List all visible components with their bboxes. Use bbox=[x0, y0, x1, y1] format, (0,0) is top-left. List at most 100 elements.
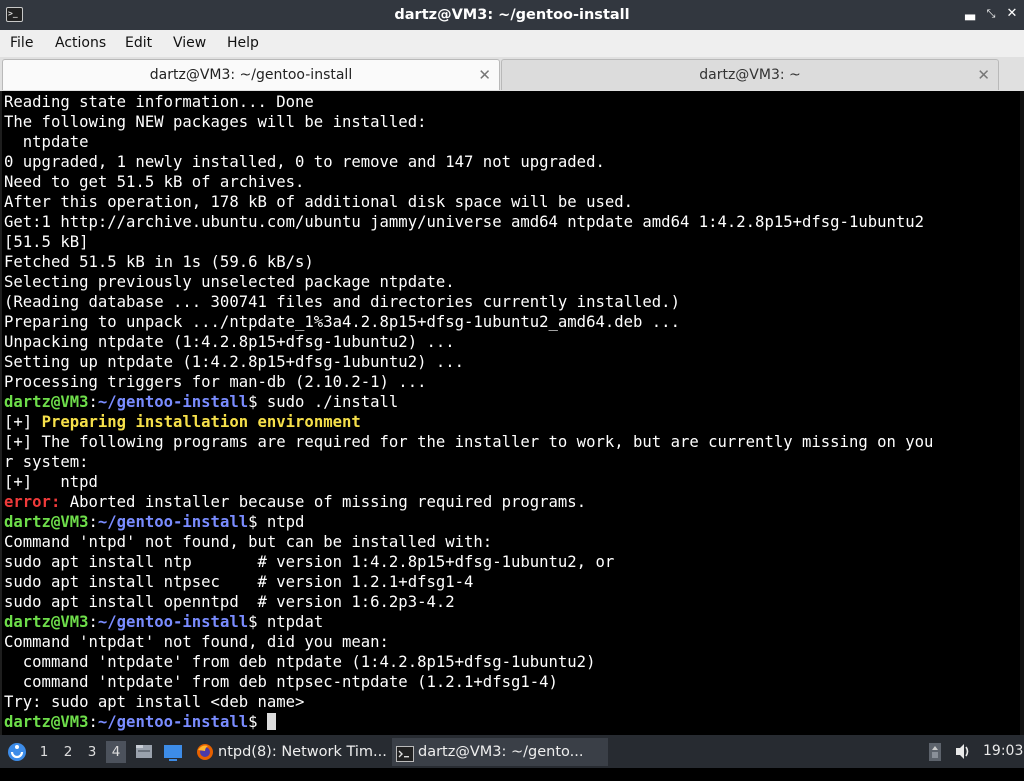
tab-label: dartz@VM3: ~/gentoo-install bbox=[149, 67, 353, 83]
workspace-3[interactable]: 3 bbox=[82, 741, 102, 763]
terminal-line: [51.5 kB] bbox=[4, 232, 1004, 252]
volume-icon[interactable] bbox=[954, 735, 972, 768]
task-firefox[interactable]: ntpd(8): Network Tim... bbox=[192, 738, 414, 766]
task-label: dartz@VM3: ~/gento... bbox=[418, 744, 584, 760]
restore-icon[interactable]: ⤡ bbox=[983, 6, 999, 22]
task-terminal[interactable]: dartz@VM3: ~/gento... bbox=[392, 738, 608, 766]
prompt-user-host: dartz@VM3 bbox=[4, 513, 89, 531]
prompt-path: ~/gentoo-install bbox=[97, 713, 249, 731]
prompt-user-host: dartz@VM3 bbox=[4, 613, 89, 631]
terminal-icon bbox=[396, 744, 414, 766]
start-menu-icon[interactable] bbox=[6, 735, 28, 768]
output-text: [+] The following programs are required … bbox=[4, 433, 934, 451]
output-text: [51.5 kB] bbox=[4, 233, 89, 251]
error-label: error: bbox=[4, 493, 61, 511]
output-text: (Reading database ... 300741 files and d… bbox=[4, 293, 680, 311]
menu-file[interactable]: File bbox=[10, 30, 33, 57]
prompt-path: ~/gentoo-install bbox=[97, 393, 249, 411]
output-text: [+] ntpd bbox=[4, 473, 98, 491]
output-text: Reading state information... Done bbox=[4, 93, 314, 111]
terminal-line: r system: bbox=[4, 452, 1004, 472]
prompt-user-host: dartz@VM3 bbox=[4, 393, 89, 411]
output-text: Processing triggers for man-db (2.10.2-1… bbox=[4, 373, 427, 391]
output-text: Command 'ntpdat' not found, did you mean… bbox=[4, 633, 389, 651]
command-text: sudo ./install bbox=[257, 393, 399, 411]
output-text: ntpdate bbox=[4, 133, 89, 151]
terminal-line: dartz@VM3:~/gentoo-install$ ntpd bbox=[4, 512, 1004, 532]
clock[interactable]: 19:03 bbox=[983, 735, 1023, 768]
prompt-path: ~/gentoo-install bbox=[97, 613, 249, 631]
tab-bar: dartz@VM3: ~/gentoo-install ✕ dartz@VM3:… bbox=[0, 57, 1024, 91]
output-text: r system: bbox=[4, 453, 89, 471]
terminal-line: Need to get 51.5 kB of archives. bbox=[4, 172, 1004, 192]
output-text: Get:1 http://archive.ubuntu.com/ubuntu j… bbox=[4, 213, 925, 231]
output-text: command 'ntpdate' from deb ntpsec-ntpdat… bbox=[4, 673, 558, 691]
tab-close-icon[interactable]: ✕ bbox=[478, 60, 491, 90]
menu-actions[interactable]: Actions bbox=[55, 30, 106, 57]
output-text: Setting up ntpdate (1:4.2.8p15+dfsg-1ubu… bbox=[4, 353, 465, 371]
output-text: Preparing to unpack .../ntpdate_1%3a4.2.… bbox=[4, 313, 680, 331]
output-text: Need to get 51.5 kB of archives. bbox=[4, 173, 305, 191]
command-text bbox=[258, 713, 267, 731]
terminal-line: command 'ntpdate' from deb ntpdate (1:4.… bbox=[4, 652, 1004, 672]
menu-view[interactable]: View bbox=[173, 30, 206, 57]
terminal-line: command 'ntpdate' from deb ntpsec-ntpdat… bbox=[4, 672, 1004, 692]
terminal-line: Setting up ntpdate (1:4.2.8p15+dfsg-1ubu… bbox=[4, 352, 1004, 372]
close-icon[interactable]: ✕ bbox=[1004, 6, 1020, 22]
terminal-line: Try: sudo apt install <deb name> bbox=[4, 692, 1004, 712]
terminal-line: (Reading database ... 300741 files and d… bbox=[4, 292, 1004, 312]
output-text: command 'ntpdate' from deb ntpdate (1:4.… bbox=[4, 653, 596, 671]
output-prefix: [+] bbox=[4, 413, 42, 431]
tab-gentoo-install[interactable]: dartz@VM3: ~/gentoo-install ✕ bbox=[2, 59, 500, 90]
text-cursor bbox=[266, 713, 276, 730]
prompt-symbol: $ bbox=[248, 613, 258, 631]
tab-label: dartz@VM3: ~ bbox=[699, 67, 801, 83]
tab-home[interactable]: dartz@VM3: ~ ✕ bbox=[501, 59, 999, 90]
workspace-4[interactable]: 4 bbox=[106, 741, 126, 763]
terminal-line: Preparing to unpack .../ntpdate_1%3a4.2.… bbox=[4, 312, 1004, 332]
terminal-view[interactable]: Reading state information... Done The fol… bbox=[0, 91, 1024, 735]
output-text: Unpacking ntpdate (1:4.2.8p15+dfsg-1ubun… bbox=[4, 333, 455, 351]
menu-edit[interactable]: Edit bbox=[125, 30, 152, 57]
prompt-separator: : bbox=[88, 513, 98, 531]
terminal-line: Fetched 51.5 kB in 1s (59.6 kB/s) bbox=[4, 252, 1004, 272]
window-titlebar[interactable]: >_ dartz@VM3: ~/gentoo-install ▃ ⤡ ✕ bbox=[0, 0, 1024, 30]
terminal-line: The following NEW packages will be insta… bbox=[4, 112, 1004, 132]
file-manager-icon[interactable] bbox=[134, 735, 154, 768]
output-text: After this operation, 178 kB of addition… bbox=[4, 193, 634, 211]
prompt-separator: : bbox=[88, 713, 98, 731]
terminal-line: [+] ntpd bbox=[4, 472, 1004, 492]
terminal-line: dartz@VM3:~/gentoo-install$ ntpdat bbox=[4, 612, 1004, 632]
prompt-user-host: dartz@VM3 bbox=[4, 713, 89, 731]
output-text: sudo apt install openntpd # version 1:6.… bbox=[4, 593, 455, 611]
output-text: The following NEW packages will be insta… bbox=[4, 113, 427, 131]
terminal-line: 0 upgraded, 1 newly installed, 0 to remo… bbox=[4, 152, 1004, 172]
terminal-line: error: Aborted installer because of miss… bbox=[4, 492, 1004, 512]
tab-close-icon[interactable]: ✕ bbox=[977, 60, 990, 90]
task-label: ntpd(8): Network Tim... bbox=[218, 744, 387, 760]
terminal-scrollbar[interactable] bbox=[1020, 91, 1024, 735]
terminal-line: Unpacking ntpdate (1:4.2.8p15+dfsg-1ubun… bbox=[4, 332, 1004, 352]
terminal-line: sudo apt install ntpsec # version 1.2.1+… bbox=[4, 572, 1004, 592]
workspace-1[interactable]: 1 bbox=[34, 741, 54, 763]
command-text: ntpdat bbox=[257, 613, 324, 631]
terminal-line: Selecting previously unselected package … bbox=[4, 272, 1004, 292]
output-text: Command 'ntpd' not found, but can be ins… bbox=[4, 533, 493, 551]
prompt-symbol: $ bbox=[248, 513, 258, 531]
desktop-icon[interactable] bbox=[162, 735, 184, 768]
prompt-separator: : bbox=[88, 393, 98, 411]
terminal-line: ntpdate bbox=[4, 132, 1004, 152]
terminal-line: [+] The following programs are required … bbox=[4, 432, 1004, 452]
updates-icon[interactable] bbox=[928, 735, 942, 768]
output-text: sudo apt install ntpsec # version 1.2.1+… bbox=[4, 573, 474, 591]
menu-help[interactable]: Help bbox=[227, 30, 259, 57]
output-text: 0 upgraded, 1 newly installed, 0 to remo… bbox=[4, 153, 605, 171]
terminal-line: dartz@VM3:~/gentoo-install$ bbox=[4, 712, 1004, 732]
terminal-line: sudo apt install ntp # version 1:4.2.8p1… bbox=[4, 552, 1004, 572]
minimize-icon[interactable]: ▃ bbox=[962, 6, 978, 22]
prompt-symbol: $ bbox=[248, 393, 258, 411]
prompt-path: ~/gentoo-install bbox=[97, 513, 249, 531]
window-title: dartz@VM3: ~/gentoo-install bbox=[394, 7, 630, 23]
workspace-2[interactable]: 2 bbox=[58, 741, 78, 763]
prompt-separator: : bbox=[88, 613, 98, 631]
